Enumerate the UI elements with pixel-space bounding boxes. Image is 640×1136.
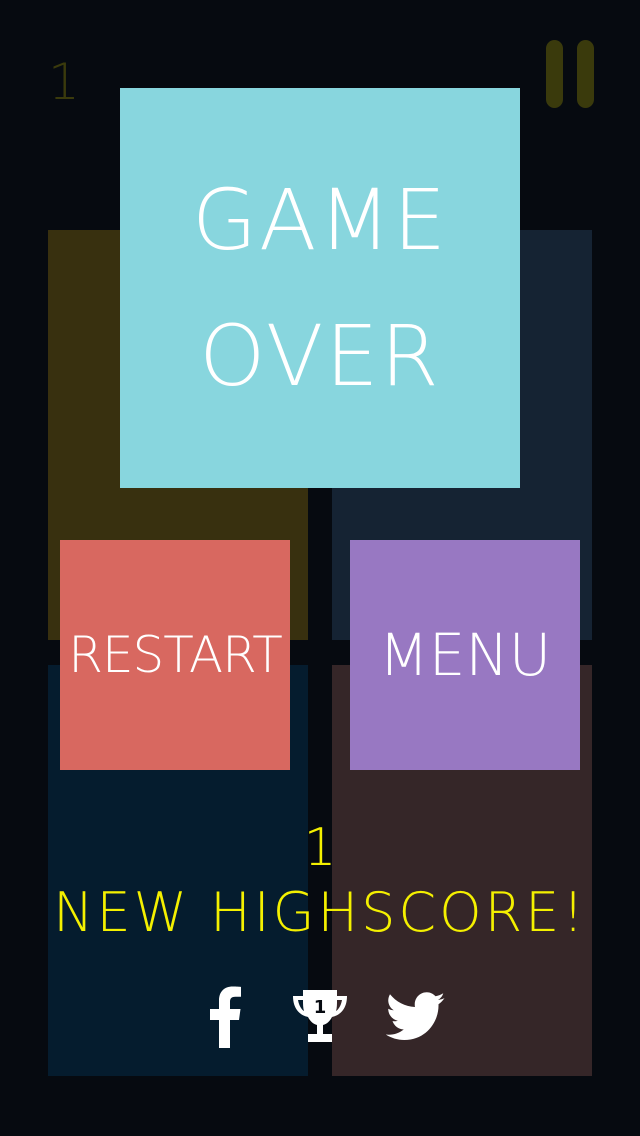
menu-button[interactable]: MENU [350, 540, 580, 770]
new-highscore-label: NEW HIGHSCORE! [53, 881, 587, 944]
pause-button[interactable] [546, 40, 594, 108]
game-screen: 1 GAME OVER RESTART MENU 1 NEW HIGHSCORE… [0, 0, 640, 1136]
game-over-panel: GAME OVER [120, 88, 520, 488]
twitter-share-button[interactable] [384, 985, 448, 1049]
trophy-icon: 1 [293, 990, 347, 1042]
pause-icon-bar [577, 40, 594, 108]
pause-icon [546, 40, 563, 108]
facebook-icon [210, 986, 241, 1048]
facebook-share-button[interactable] [200, 985, 250, 1049]
game-over-title-line2: OVER [199, 307, 441, 405]
twitter-icon [386, 992, 445, 1040]
restart-button[interactable]: RESTART [60, 540, 290, 770]
current-score: 1 [48, 53, 80, 111]
trophy-digit: 1 [314, 997, 327, 1018]
game-over-title-line1: GAME [191, 171, 449, 269]
leaderboard-button[interactable]: 1 [288, 985, 352, 1049]
final-score: 1 [303, 818, 337, 878]
